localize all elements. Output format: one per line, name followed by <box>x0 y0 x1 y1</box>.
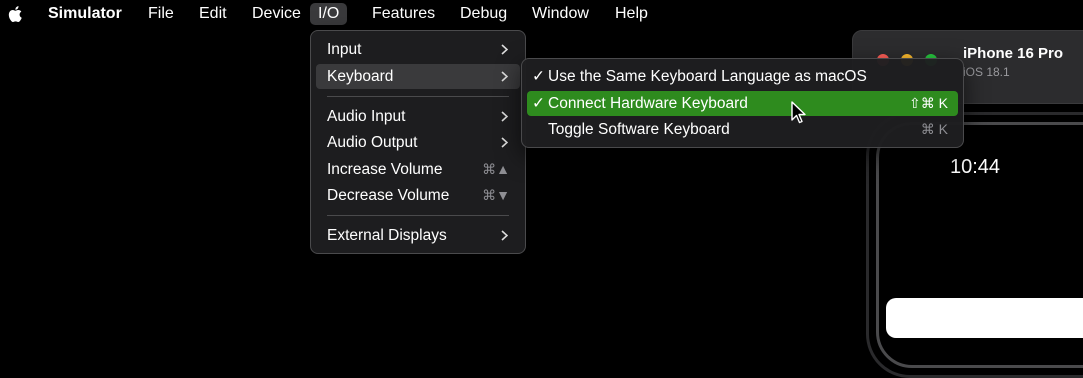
checkmark-icon: ✓ <box>532 68 545 85</box>
chevron-right-icon <box>501 230 508 241</box>
menu-item-decrease-volume[interactable]: Decrease Volume ⌘▼ <box>316 183 520 208</box>
menu-io[interactable]: I/O <box>310 3 348 25</box>
menu-item-increase-volume[interactable]: Increase Volume ⌘▲ <box>316 157 520 182</box>
checkmark-icon: ✓ <box>532 95 545 112</box>
apple-logo-icon[interactable] <box>6 4 26 24</box>
menu-item-same-keyboard-language[interactable]: ✓ Use the Same Keyboard Language as macO… <box>527 64 958 89</box>
keyboard-submenu: ✓ Use the Same Keyboard Language as macO… <box>521 58 964 148</box>
keyboard-shortcut: ⇧⌘ K <box>909 95 948 111</box>
menu-divider <box>327 96 509 97</box>
menu-item-label: Input <box>327 41 362 58</box>
chevron-right-icon <box>501 111 508 122</box>
menu-item-audio-input[interactable]: Audio Input <box>316 104 520 129</box>
chevron-right-icon <box>501 137 508 148</box>
menu-item-label: Connect Hardware Keyboard <box>548 95 748 112</box>
menu-item-label: Audio Input <box>327 108 406 125</box>
menu-divider <box>327 215 509 216</box>
screen-content-card[interactable] <box>886 298 1083 338</box>
menu-item-label: Audio Output <box>327 134 418 151</box>
io-dropdown-menu: Input Keyboard Audio Input Audio Output … <box>310 30 526 254</box>
menu-features[interactable]: Features <box>364 3 443 25</box>
mouse-pointer-icon <box>791 101 806 124</box>
menu-window[interactable]: Window <box>524 3 597 25</box>
menu-item-external-displays[interactable]: External Displays <box>316 223 520 248</box>
keyboard-shortcut: ⌘▲ <box>482 161 510 177</box>
keyboard-shortcut: ⌘ K <box>920 121 948 137</box>
menu-item-audio-output[interactable]: Audio Output <box>316 130 520 155</box>
menu-item-label: Use the Same Keyboard Language as macOS <box>548 68 867 85</box>
status-bar-time: 10:44 <box>950 156 1001 178</box>
menu-file[interactable]: File <box>140 3 182 25</box>
menu-simulator[interactable]: Simulator <box>40 3 130 25</box>
menu-item-keyboard[interactable]: Keyboard <box>316 64 520 89</box>
menu-bar: Simulator File Edit Device I/O Features … <box>0 0 1083 28</box>
menu-debug[interactable]: Debug <box>452 3 515 25</box>
menu-item-label: External Displays <box>327 227 447 244</box>
chevron-right-icon <box>501 44 508 55</box>
menu-help[interactable]: Help <box>607 3 656 25</box>
os-version: iOS 18.1 <box>963 65 1010 79</box>
menu-edit[interactable]: Edit <box>191 3 235 25</box>
menu-item-label: Decrease Volume <box>327 187 450 204</box>
menu-item-label: Increase Volume <box>327 161 443 178</box>
menu-item-label: Toggle Software Keyboard <box>548 121 730 138</box>
menu-item-label: Keyboard <box>327 68 394 85</box>
keyboard-shortcut: ⌘▼ <box>482 187 510 203</box>
menu-item-connect-hardware-keyboard[interactable]: ✓ Connect Hardware Keyboard ⇧⌘ K <box>527 91 958 116</box>
menu-item-input[interactable]: Input <box>316 37 520 62</box>
menu-item-toggle-software-keyboard[interactable]: Toggle Software Keyboard ⌘ K <box>527 117 958 142</box>
menu-device[interactable]: Device <box>244 3 309 25</box>
chevron-right-icon <box>501 71 508 82</box>
device-name: iPhone 16 Pro <box>963 45 1064 62</box>
